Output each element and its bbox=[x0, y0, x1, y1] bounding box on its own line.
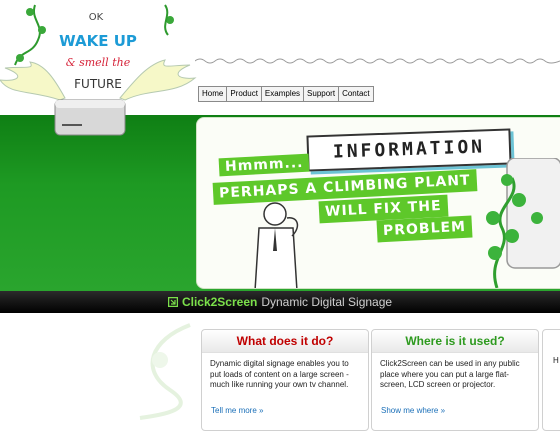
nav-contact[interactable]: Contact bbox=[339, 87, 373, 101]
panel-body: Dynamic digital signage enables you to p… bbox=[210, 359, 349, 389]
brand-tagline: Dynamic Digital Signage bbox=[261, 295, 393, 309]
tell-me-more-link[interactable]: Tell me more » bbox=[211, 406, 263, 415]
feature-panel-partial: H C In bbox=[542, 329, 560, 431]
panel-body: Click2Screen can be used in any public p… bbox=[380, 359, 520, 389]
click2screen-logo-icon bbox=[167, 297, 178, 307]
nav-product[interactable]: Product bbox=[227, 87, 262, 101]
logo-ok: OK bbox=[89, 12, 104, 23]
thinking-person-illustration bbox=[254, 202, 299, 288]
brand-bar: Click2Screen Dynamic Digital Signage bbox=[0, 291, 560, 313]
wavy-divider bbox=[195, 58, 560, 64]
hero-banner: INFORMATION Hmmm... PERHAPS A CLIMBING P… bbox=[196, 117, 560, 289]
feature-panel-what: What does it do? Dynamic digital signage… bbox=[201, 329, 369, 431]
brand-name: Click2Screen bbox=[181, 295, 258, 309]
show-me-where-link[interactable]: Show me where » bbox=[381, 406, 445, 415]
banner-line-1: Hmmm... bbox=[218, 153, 310, 177]
logo[interactable]: OK WAKE UP & smell the FUTURE bbox=[0, 0, 200, 160]
logo-future: FUTURE bbox=[74, 77, 122, 91]
panel-title: Where is it used? bbox=[372, 330, 538, 353]
top-nav: Home Product Examples Support Contact bbox=[198, 86, 374, 102]
feature-panel-where: Where is it used? Click2Screen can be us… bbox=[371, 329, 539, 431]
banner-line-4: PROBLEM bbox=[376, 215, 473, 243]
nav-examples[interactable]: Examples bbox=[262, 87, 305, 101]
panel-body: H C In bbox=[553, 356, 560, 365]
nav-support[interactable]: Support bbox=[304, 87, 340, 101]
climbing-plant-illustration bbox=[486, 158, 560, 288]
decorative-swirl bbox=[139, 323, 191, 420]
logo-smell: & smell the bbox=[66, 56, 131, 69]
nav-home[interactable]: Home bbox=[199, 87, 228, 101]
panel-title: What does it do? bbox=[202, 330, 368, 353]
logo-wake-up: WAKE UP bbox=[59, 32, 137, 50]
